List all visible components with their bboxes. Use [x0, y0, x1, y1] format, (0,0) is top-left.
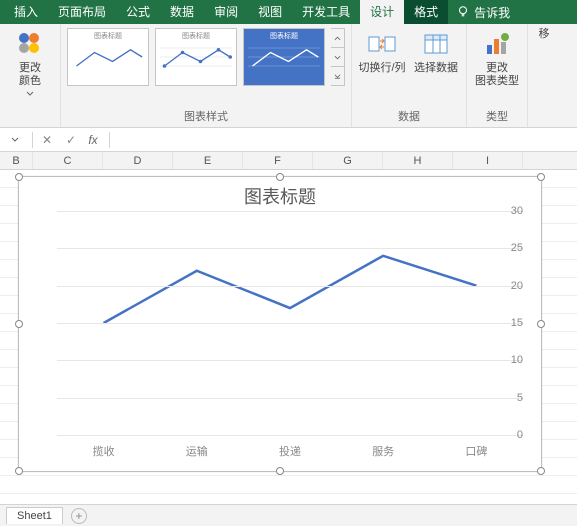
select-data-icon — [420, 28, 452, 60]
group-data-label: 数据 — [398, 109, 420, 125]
resize-handle[interactable] — [537, 320, 545, 328]
col-header[interactable]: H — [383, 152, 453, 169]
sheet-tab[interactable]: Sheet1 — [6, 507, 63, 524]
style-gallery-controls — [331, 28, 345, 86]
group-move: 移 — [528, 24, 560, 127]
gridline — [57, 323, 523, 324]
tab-review[interactable]: 审阅 — [204, 0, 248, 24]
col-header[interactable]: C — [33, 152, 103, 169]
resize-handle[interactable] — [537, 467, 545, 475]
chart-title[interactable]: 图表标题 — [19, 183, 541, 209]
change-colors-label: 更改 颜色 — [19, 62, 41, 88]
x-tick-label: 运输 — [186, 443, 208, 459]
group-type: 更改 图表类型 类型 — [467, 24, 528, 127]
resize-handle[interactable] — [537, 173, 545, 181]
worksheet-grid[interactable]: B C D E F G H I 图表标题 0 5 10 15 20 25 30 揽收 运输 投递 服… — [0, 152, 577, 504]
group-type-label: 类型 — [486, 109, 508, 125]
group-styles-label: 图表样式 — [184, 109, 228, 125]
col-header[interactable]: B — [0, 152, 33, 169]
enter-icon[interactable]: ✓ — [59, 130, 83, 150]
group-label — [28, 109, 31, 125]
tab-insert[interactable]: 插入 — [4, 0, 48, 24]
select-data-button[interactable]: 选择数据 — [412, 28, 460, 75]
column-headers: B C D E F G H I — [0, 152, 577, 170]
gridline — [57, 248, 523, 249]
col-header[interactable]: D — [103, 152, 173, 169]
chart-type-icon — [481, 28, 513, 60]
y-tick-label: 20 — [511, 280, 523, 292]
switch-icon — [366, 28, 398, 60]
new-sheet-button[interactable]: + — [71, 508, 87, 524]
gallery-more[interactable] — [331, 67, 344, 85]
palette-icon — [14, 28, 46, 60]
chart-style-2[interactable]: 图表标题 — [155, 28, 237, 86]
tell-me[interactable]: 告诉我 — [474, 4, 510, 21]
col-header[interactable]: G — [313, 152, 383, 169]
name-box[interactable] — [0, 130, 30, 150]
tab-page-layout[interactable]: 页面布局 — [48, 0, 116, 24]
col-header[interactable]: F — [243, 152, 313, 169]
select-data-label: 选择数据 — [414, 62, 458, 75]
y-tick-label: 25 — [511, 242, 523, 254]
gallery-prev[interactable] — [331, 29, 344, 48]
x-tick-label: 揽收 — [93, 443, 115, 459]
y-tick-label: 30 — [511, 205, 523, 217]
change-type-label: 更改 图表类型 — [475, 62, 519, 88]
y-tick-label: 0 — [517, 429, 523, 441]
group-colors: 更改 颜色 — [0, 24, 61, 127]
chart-object[interactable]: 图表标题 0 5 10 15 20 25 30 揽收 运输 投递 服务 口碑 — [18, 176, 542, 472]
resize-handle[interactable] — [15, 467, 23, 475]
x-tick-label: 服务 — [372, 443, 394, 459]
y-tick-label: 5 — [517, 392, 523, 404]
tab-view[interactable]: 视图 — [248, 0, 292, 24]
switch-row-col-button[interactable]: 切换行/列 — [358, 28, 406, 75]
change-colors-button[interactable]: 更改 颜色 — [6, 28, 54, 96]
move-label: 移 — [539, 28, 550, 41]
formula-bar: ✕ ✓ fx — [0, 128, 577, 152]
resize-handle[interactable] — [276, 173, 284, 181]
tab-developer[interactable]: 开发工具 — [292, 0, 360, 24]
y-tick-label: 10 — [511, 354, 523, 366]
resize-handle[interactable] — [276, 467, 284, 475]
gridline — [57, 211, 523, 212]
sheet-tab-bar: Sheet1 + — [0, 504, 577, 526]
chart-style-1[interactable]: 图表标题 — [67, 28, 149, 86]
tab-formulas[interactable]: 公式 — [116, 0, 160, 24]
resize-handle[interactable] — [15, 320, 23, 328]
fx-button[interactable]: fx — [83, 130, 107, 150]
group-data: 切换行/列 选择数据 数据 — [352, 24, 467, 127]
group-styles: 图表标题 图表标题 图表标题 — [61, 24, 352, 127]
change-chart-type-button[interactable]: 更改 图表类型 — [473, 28, 521, 88]
x-tick-label: 口碑 — [465, 443, 487, 459]
ribbon-tabs: 插入 页面布局 公式 数据 审阅 视图 开发工具 设计 格式 告诉我 — [0, 0, 577, 24]
chart-style-3[interactable]: 图表标题 — [243, 28, 325, 86]
formula-input[interactable] — [112, 130, 577, 150]
gridline — [57, 286, 523, 287]
col-header[interactable]: I — [453, 152, 523, 169]
move-chart-button[interactable]: 移 — [534, 28, 554, 41]
gallery-next[interactable] — [331, 48, 344, 67]
gridline — [57, 435, 523, 436]
plot-area[interactable]: 051015202530揽收运输投递服务口碑 — [57, 211, 523, 435]
tab-format[interactable]: 格式 — [404, 0, 448, 24]
col-header[interactable]: E — [173, 152, 243, 169]
cancel-icon[interactable]: ✕ — [35, 130, 59, 150]
gridline — [57, 398, 523, 399]
y-tick-label: 15 — [511, 317, 523, 329]
gridline — [57, 360, 523, 361]
resize-handle[interactable] — [15, 173, 23, 181]
lightbulb-icon — [456, 5, 470, 19]
chevron-down-icon — [26, 91, 34, 96]
tab-data[interactable]: 数据 — [160, 0, 204, 24]
ribbon: 更改 颜色 图表标题 图表标题 图表标题 — [0, 24, 577, 128]
x-tick-label: 投递 — [279, 443, 301, 459]
tab-design[interactable]: 设计 — [360, 0, 404, 24]
switch-label: 切换行/列 — [358, 62, 405, 75]
